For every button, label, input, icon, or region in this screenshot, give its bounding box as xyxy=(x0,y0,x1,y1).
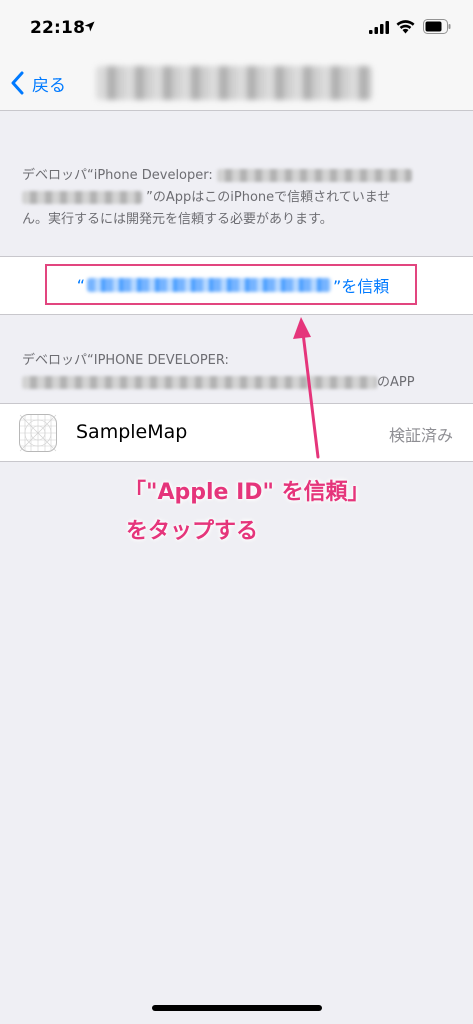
wifi-icon xyxy=(396,20,415,34)
status-bar: 22:18 xyxy=(0,0,473,58)
navigation-bar: 戻る xyxy=(0,58,473,111)
trust-description-end: ん。実行するには開発元を信頼する必要があります。 xyxy=(22,212,333,227)
nav-title-redacted xyxy=(96,66,372,100)
apps-header-prefix: デベロッパ“IPHONE DEVELOPER: xyxy=(22,353,229,368)
cellular-signal-icon xyxy=(369,21,389,34)
apps-header-suffix: のAPP xyxy=(377,375,415,390)
redacted-email xyxy=(216,169,412,182)
battery-icon xyxy=(423,19,451,34)
apps-section-header: デベロッパ“IPHONE DEVELOPER: のAPP xyxy=(22,350,452,394)
trust-description-middle: ”のAppはこのiPhoneで信頼されていませ xyxy=(146,190,391,205)
status-time: 22:18 xyxy=(30,18,86,38)
app-name: SampleMap xyxy=(76,421,188,443)
trust-description-prefix: デベロッパ“iPhone Developer: xyxy=(22,168,213,183)
app-placeholder-icon xyxy=(19,414,57,452)
redacted-team-id xyxy=(22,191,142,204)
app-verification-status: 検証済み xyxy=(388,426,453,445)
trust-description: デベロッパ“iPhone Developer: ”のAppはこのiPhoneで信… xyxy=(22,165,452,231)
chevron-left-icon xyxy=(11,71,24,95)
location-arrow-icon xyxy=(84,21,95,32)
back-label: 戻る xyxy=(32,75,66,96)
highlight-box xyxy=(45,264,417,305)
annotation-line-2: をタップする xyxy=(126,519,259,544)
back-button[interactable]: 戻る xyxy=(10,68,66,98)
annotation-arrow-icon xyxy=(293,317,320,459)
annotation-line-1: 「"Apple ID" を信頼」 xyxy=(124,480,370,505)
app-row: SampleMap 検証済み xyxy=(0,403,473,462)
home-indicator[interactable] xyxy=(152,1005,322,1011)
